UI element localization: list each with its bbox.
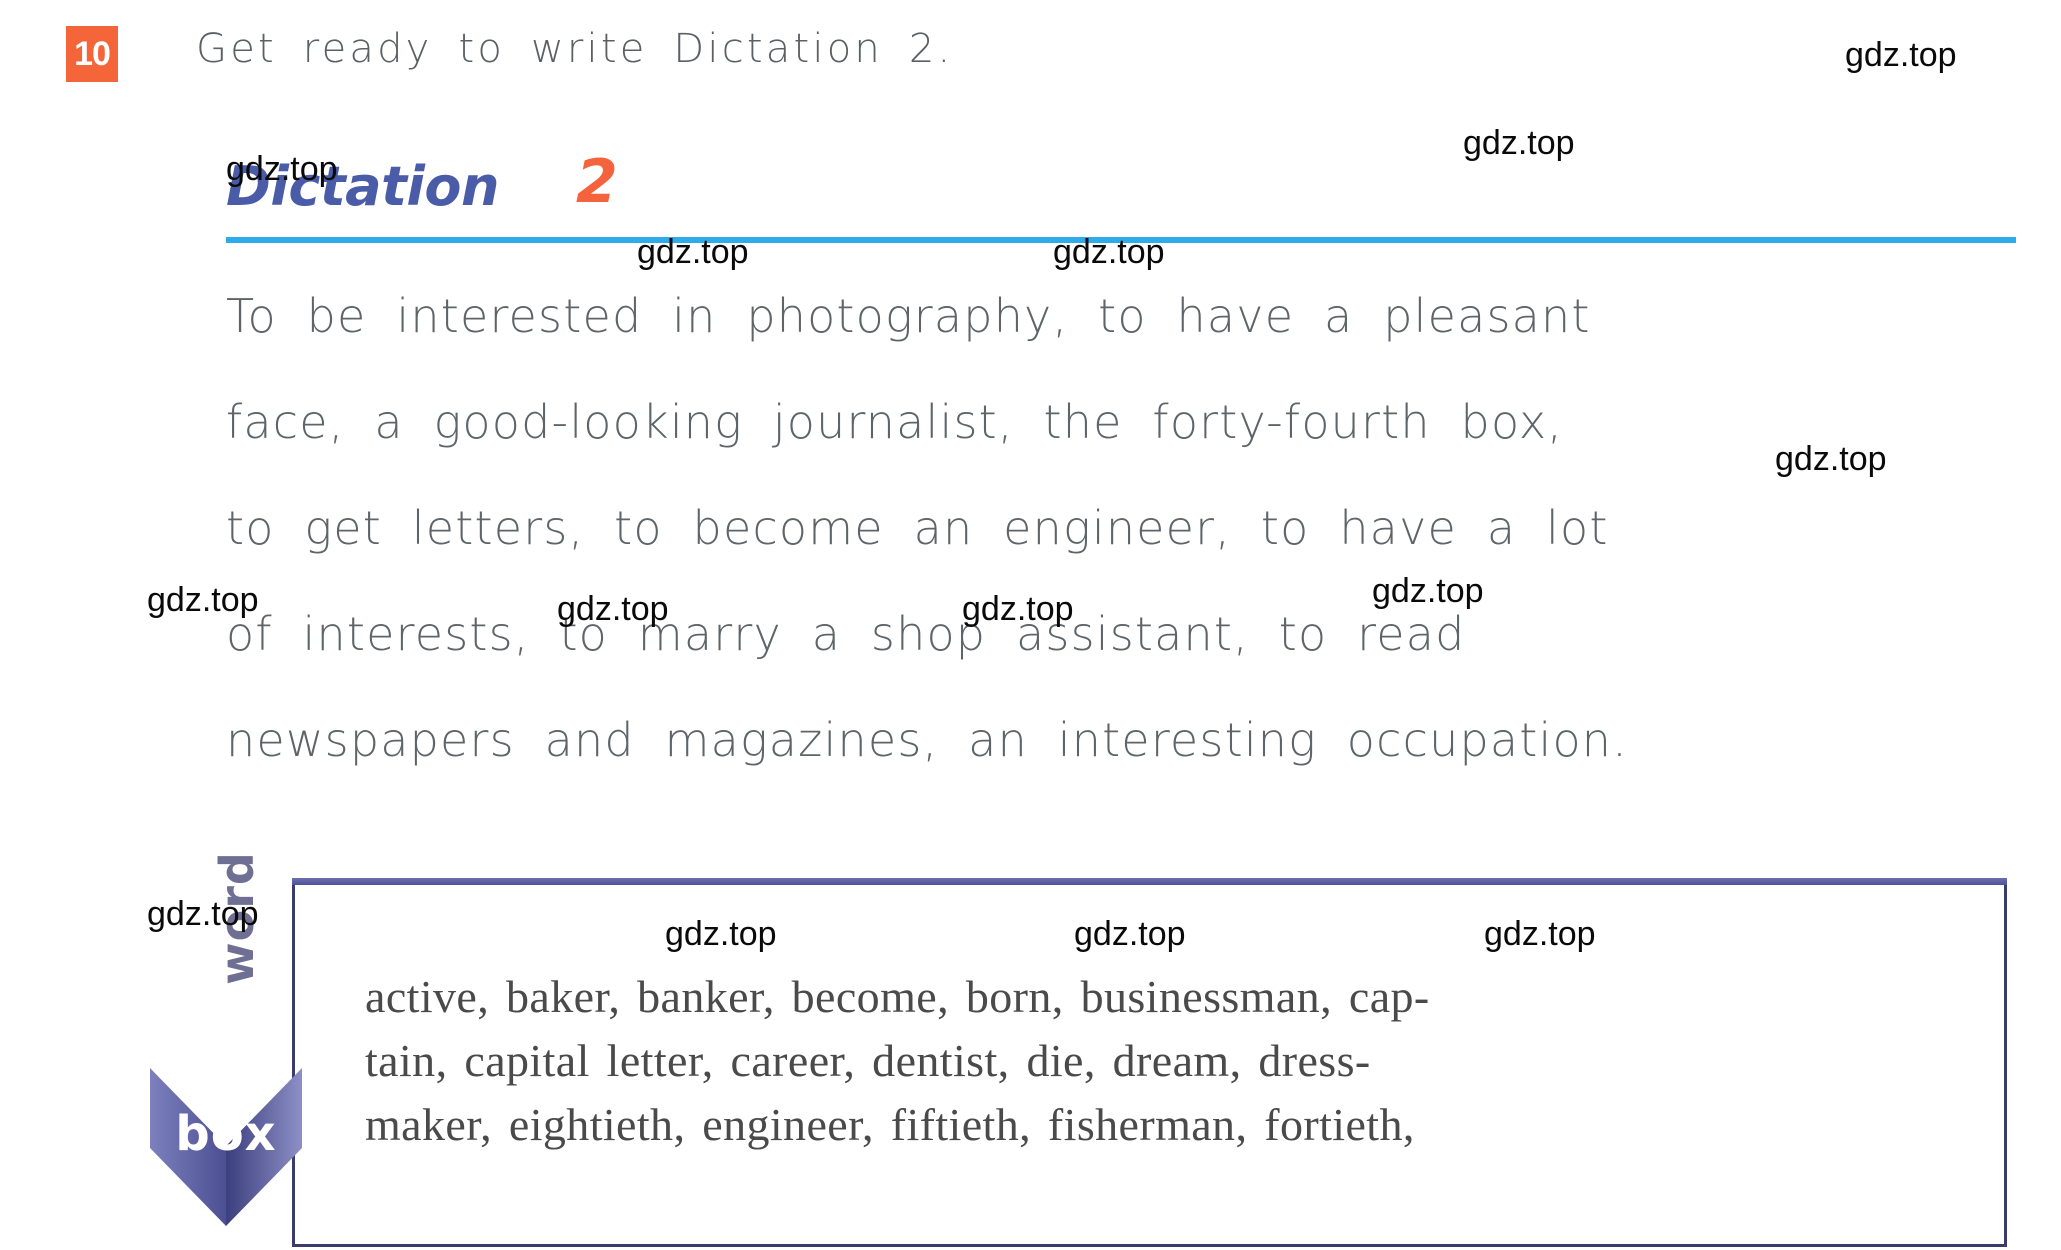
exercise-number-badge: 10 <box>66 26 118 82</box>
watermark-label: gdz.top <box>1775 440 1887 478</box>
dictation-title-row: Dictation 2 <box>226 147 2016 243</box>
word-box-badge-box-label: box <box>175 1106 277 1162</box>
watermark-label: gdz.top <box>1484 915 1596 953</box>
word-box-word-list: active, baker, banker, become, born, bus… <box>365 965 1965 1157</box>
watermark-label: gdz.top <box>637 233 749 271</box>
watermark-label: gdz.top <box>962 590 1074 628</box>
dictation-number: 2 <box>576 147 618 217</box>
watermark-label: gdz.top <box>1372 572 1484 610</box>
dictation-line: of interests, to marry a shop assistant,… <box>226 607 1466 661</box>
exercise-header: 10 Get ready to write Dictation 2. <box>0 0 2061 110</box>
exercise-instruction-text: Get ready to write Dictation 2. <box>196 26 954 72</box>
word-box-line: maker, eightieth, engineer, fiftieth, fi… <box>365 1099 1415 1150</box>
watermark-label: gdz.top <box>1053 233 1165 271</box>
dictation-line: to get letters, to become an engineer, t… <box>226 501 1609 555</box>
watermark-label: gdz.top <box>665 915 777 953</box>
dictation-line: To be interested in photography, to have… <box>226 289 1591 343</box>
watermark-label: gdz.top <box>147 895 259 933</box>
word-box-line: tain, capital letter, career, dentist, d… <box>365 1035 1371 1086</box>
dictation-line: newspapers and magazines, an interesting… <box>226 713 1628 767</box>
word-box-line: active, baker, banker, become, born, bus… <box>365 971 1430 1022</box>
dictation-body: To be interested in photography, to have… <box>226 263 2016 793</box>
watermark-label: gdz.top <box>557 590 669 628</box>
dictation-block: Dictation 2 To be interested in photogra… <box>226 147 2016 767</box>
watermark-label: gdz.top <box>226 150 338 188</box>
watermark-label: gdz.top <box>147 581 259 619</box>
watermark-label: gdz.top <box>1845 36 1957 74</box>
watermark-label: gdz.top <box>1074 915 1186 953</box>
dictation-line: face, a good-looking journalist, the for… <box>226 395 1564 449</box>
watermark-label: gdz.top <box>1463 124 1575 162</box>
